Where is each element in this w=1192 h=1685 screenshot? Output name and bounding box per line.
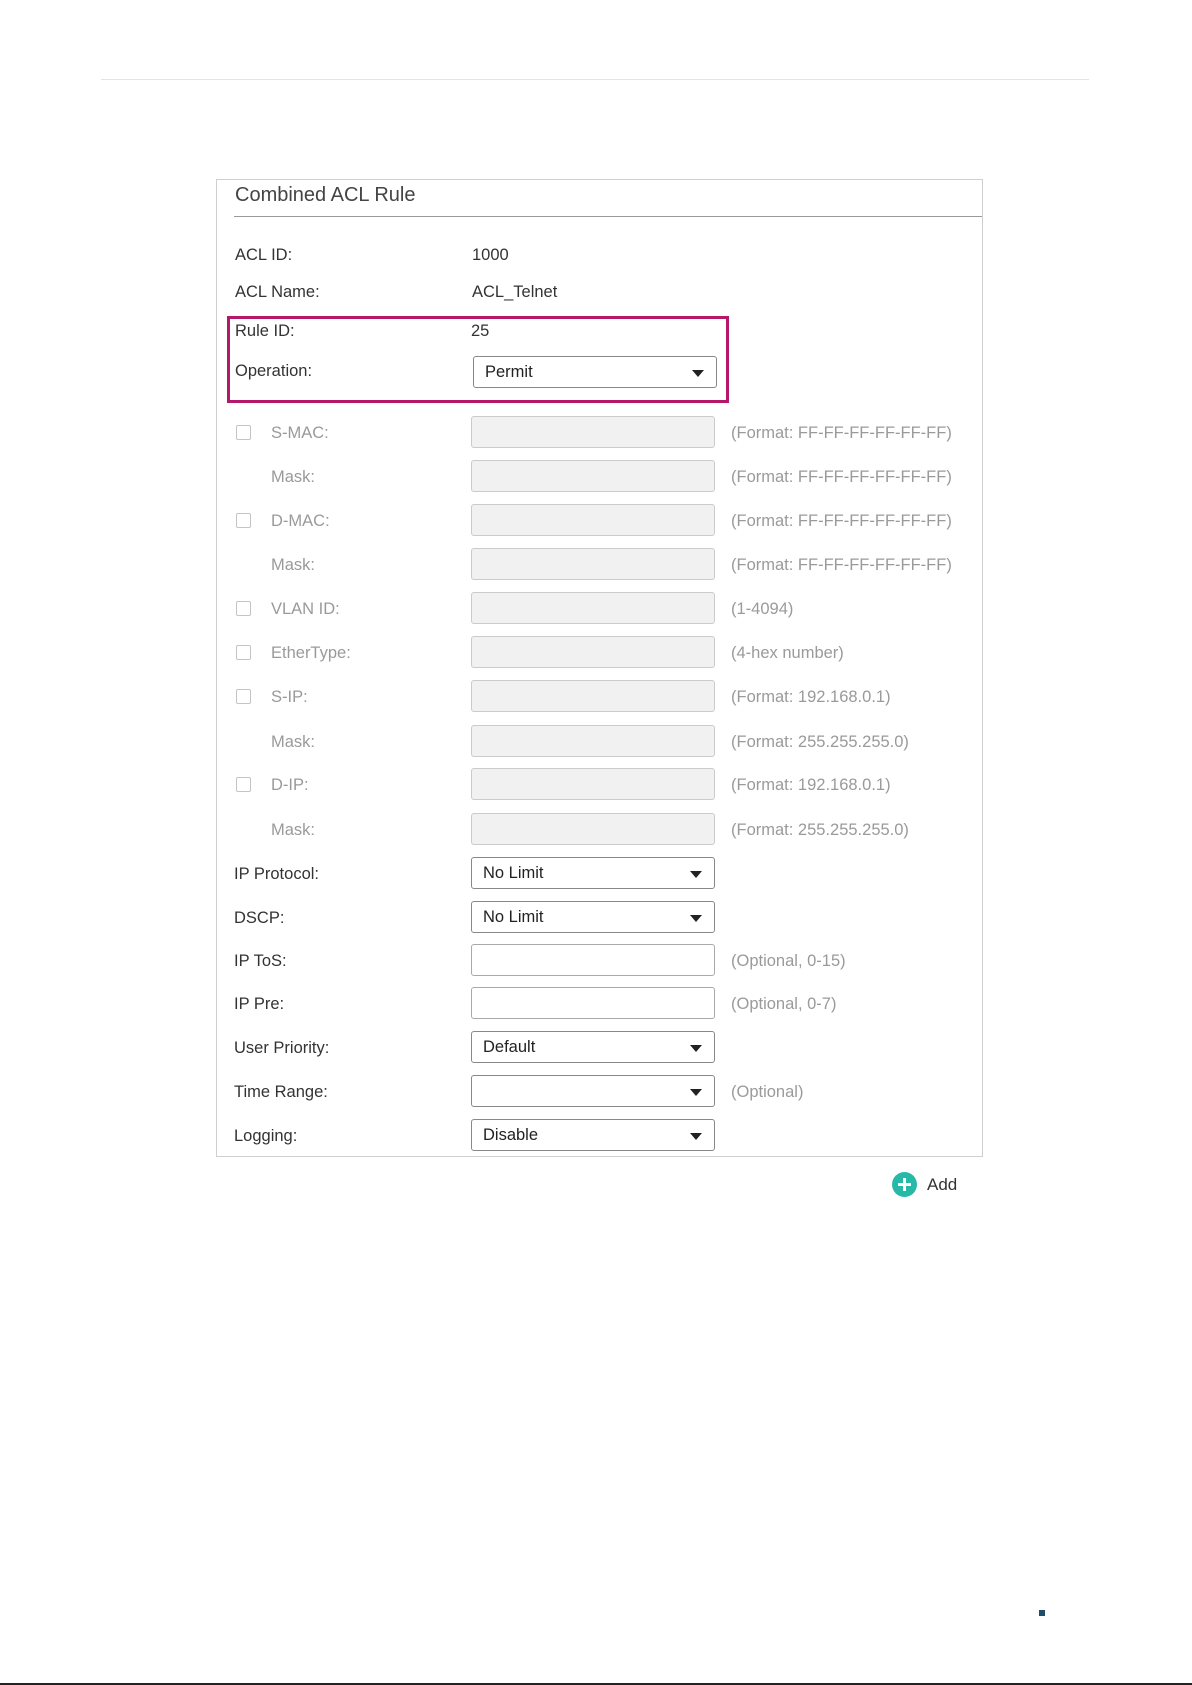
s-ip-label: S-IP: xyxy=(271,688,308,706)
logging-select[interactable]: Disable xyxy=(471,1119,715,1151)
vlan-id-checkbox[interactable] xyxy=(236,601,251,616)
ip-tos-hint: (Optional, 0-15) xyxy=(731,952,846,970)
s-mac-input[interactable] xyxy=(471,416,715,448)
logging-selected-value: Disable xyxy=(483,1126,539,1144)
caret-down-icon xyxy=(690,1133,702,1140)
ip-tos-input[interactable] xyxy=(471,944,715,976)
d-ip-checkbox[interactable] xyxy=(236,777,251,792)
ip-pre-input[interactable] xyxy=(471,987,715,1019)
user-priority-row: User Priority: Default xyxy=(217,1031,982,1065)
vlan-id-row: VLAN ID: (1-4094) xyxy=(217,592,982,626)
s-ip-mask-label: Mask: xyxy=(271,733,316,751)
ethertype-label: EtherType: xyxy=(271,644,351,662)
d-ip-mask-hint: (Format: 255.255.255.0) xyxy=(731,821,909,839)
s-mac-mask-row: Mask: (Format: FF-FF-FF-FF-FF-FF) xyxy=(217,460,982,494)
caret-down-icon xyxy=(690,1089,702,1096)
s-mac-row: S-MAC: (Format: FF-FF-FF-FF-FF-FF) xyxy=(217,416,982,450)
s-ip-input[interactable] xyxy=(471,680,715,712)
dscp-select[interactable]: No Limit xyxy=(471,901,715,933)
d-mac-checkbox[interactable] xyxy=(236,513,251,528)
user-priority-selected-value: Default xyxy=(483,1038,536,1056)
user-priority-label: User Priority: xyxy=(234,1039,330,1057)
rule-id-operation-highlight-box xyxy=(227,316,729,403)
ip-pre-label: IP Pre: xyxy=(234,995,285,1013)
acl-name-label: ACL Name: xyxy=(235,283,320,301)
vlan-id-hint: (1-4094) xyxy=(731,600,794,618)
s-ip-hint: (Format: 192.168.0.1) xyxy=(731,688,891,706)
d-mac-row: D-MAC: (Format: FF-FF-FF-FF-FF-FF) xyxy=(217,504,982,538)
time-range-select[interactable] xyxy=(471,1075,715,1107)
ethertype-checkbox[interactable] xyxy=(236,645,251,660)
add-button-label: Add xyxy=(927,1175,958,1194)
ip-pre-hint: (Optional, 0-7) xyxy=(731,995,837,1013)
ip-protocol-label: IP Protocol: xyxy=(234,865,319,883)
d-mac-label: D-MAC: xyxy=(271,512,330,530)
panel-title: Combined ACL Rule xyxy=(235,184,416,206)
s-ip-mask-row: Mask: (Format: 255.255.255.0) xyxy=(217,725,982,759)
vlan-id-label: VLAN ID: xyxy=(271,600,340,618)
s-ip-mask-input[interactable] xyxy=(471,725,715,757)
dscp-row: DSCP: No Limit xyxy=(217,901,982,935)
s-ip-row: S-IP: (Format: 192.168.0.1) xyxy=(217,680,982,714)
user-priority-select[interactable]: Default xyxy=(471,1031,715,1063)
acl-id-row: ACL ID: 1000 xyxy=(217,238,982,272)
plus-circle-icon xyxy=(892,1172,917,1197)
dscp-selected-value: No Limit xyxy=(483,908,544,926)
panel-title-divider xyxy=(234,216,982,217)
acl-id-label: ACL ID: xyxy=(235,246,293,264)
s-mac-mask-label: Mask: xyxy=(271,468,316,486)
time-range-row: Time Range: (Optional) xyxy=(217,1075,982,1109)
ethertype-hint: (4-hex number) xyxy=(731,644,844,662)
s-ip-mask-hint: (Format: 255.255.255.0) xyxy=(731,733,909,751)
ip-protocol-row: IP Protocol: No Limit xyxy=(217,857,982,891)
d-mac-input[interactable] xyxy=(471,504,715,536)
d-ip-mask-row: Mask: (Format: 255.255.255.0) xyxy=(217,813,982,847)
vlan-id-input[interactable] xyxy=(471,592,715,624)
d-ip-hint: (Format: 192.168.0.1) xyxy=(731,776,891,794)
ip-pre-row: IP Pre: (Optional, 0-7) xyxy=(217,987,982,1021)
ethertype-row: EtherType: (4-hex number) xyxy=(217,636,982,670)
time-range-hint: (Optional) xyxy=(731,1083,804,1101)
d-mac-hint: (Format: FF-FF-FF-FF-FF-FF) xyxy=(731,512,952,530)
d-ip-label: D-IP: xyxy=(271,776,309,794)
acl-name-row: ACL Name: ACL_Telnet xyxy=(217,275,982,309)
d-ip-mask-label: Mask: xyxy=(271,821,316,839)
ethertype-input[interactable] xyxy=(471,636,715,668)
caret-down-icon xyxy=(690,871,702,878)
s-mac-mask-input[interactable] xyxy=(471,460,715,492)
d-ip-row: D-IP: (Format: 192.168.0.1) xyxy=(217,768,982,802)
d-mac-mask-row: Mask: (Format: FF-FF-FF-FF-FF-FF) xyxy=(217,548,982,582)
dscp-label: DSCP: xyxy=(234,909,285,927)
ip-protocol-select[interactable]: No Limit xyxy=(471,857,715,889)
time-range-label: Time Range: xyxy=(234,1083,328,1101)
logging-label: Logging: xyxy=(234,1127,298,1145)
d-mac-mask-input[interactable] xyxy=(471,548,715,580)
ip-protocol-selected-value: No Limit xyxy=(483,864,544,882)
acl-name-value: ACL_Telnet xyxy=(472,283,558,301)
d-ip-input[interactable] xyxy=(471,768,715,800)
page-top-divider xyxy=(101,79,1089,80)
acl-id-value: 1000 xyxy=(472,246,509,264)
d-mac-mask-label: Mask: xyxy=(271,556,316,574)
ip-tos-label: IP ToS: xyxy=(234,952,287,970)
d-ip-mask-input[interactable] xyxy=(471,813,715,845)
s-mac-label: S-MAC: xyxy=(271,424,329,442)
s-ip-checkbox[interactable] xyxy=(236,689,251,704)
ip-tos-row: IP ToS: (Optional, 0-15) xyxy=(217,944,982,978)
s-mac-mask-hint: (Format: FF-FF-FF-FF-FF-FF) xyxy=(731,468,952,486)
d-mac-mask-hint: (Format: FF-FF-FF-FF-FF-FF) xyxy=(731,556,952,574)
caret-down-icon xyxy=(690,915,702,922)
page-corner-marker xyxy=(1039,1610,1045,1616)
s-mac-hint: (Format: FF-FF-FF-FF-FF-FF) xyxy=(731,424,952,442)
caret-down-icon xyxy=(690,1045,702,1052)
s-mac-checkbox[interactable] xyxy=(236,425,251,440)
logging-row: Logging: Disable xyxy=(217,1119,982,1153)
